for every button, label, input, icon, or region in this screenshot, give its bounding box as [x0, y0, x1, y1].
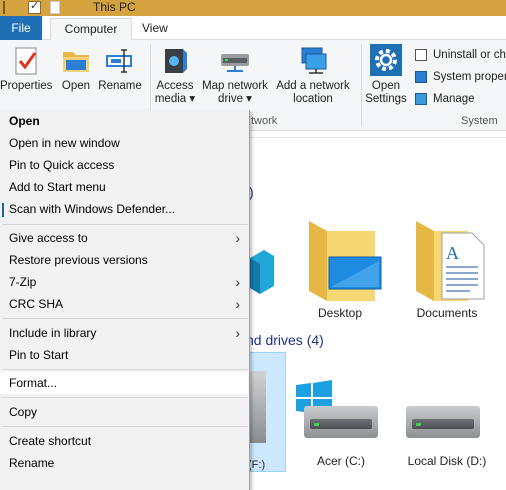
menu-item-include-library[interactable]: Include in library › — [0, 322, 248, 344]
open-folder-icon — [60, 44, 92, 76]
menu-item-scan-defender[interactable]: Scan with Windows Defender... — [0, 198, 248, 220]
access-media-icon — [159, 44, 191, 76]
drive-local-disk-d[interactable]: Local Disk (D:) — [392, 380, 502, 470]
documents-folder[interactable]: A Documents — [392, 215, 502, 325]
submenu-arrow-icon: › — [235, 230, 240, 246]
menu-separator — [2, 397, 248, 398]
menu-item-format[interactable]: Format... — [0, 372, 248, 394]
rename-label: Rename — [98, 80, 142, 92]
system-properties-icon — [415, 71, 427, 83]
settings-gear-icon — [370, 44, 402, 76]
menu-item-restore-versions[interactable]: Restore previous versions — [0, 249, 248, 271]
devices-group-header[interactable]: nd drives (4) — [246, 332, 324, 348]
add-network-location-icon — [297, 44, 329, 76]
menu-item-crc-sha[interactable]: CRC SHA › — [0, 293, 248, 315]
menu-separator — [2, 318, 248, 319]
hard-drive-icon — [406, 406, 480, 438]
menu-item-rename[interactable]: Rename — [0, 452, 248, 474]
menu-item-open-new-window[interactable]: Open in new window — [0, 132, 248, 154]
submenu-arrow-icon: › — [235, 274, 240, 290]
context-menu: Open Open in new window Pin to Quick acc… — [0, 110, 250, 490]
manage-icon — [415, 93, 427, 105]
properties-button[interactable]: Properties — [0, 44, 52, 93]
documents-folder-icon: A — [416, 221, 485, 301]
menu-item-open[interactable]: Open — [0, 110, 248, 132]
menu-item-copy[interactable]: Copy — [0, 401, 248, 423]
open-label: Open — [61, 80, 91, 92]
access-media-button[interactable]: Access media ▾ — [152, 44, 198, 106]
menu-item-pin-quick-access[interactable]: Pin to Quick access — [0, 154, 248, 176]
properties-quick-access-icon[interactable] — [28, 0, 41, 14]
access-media-label: Access media ▾ — [154, 80, 196, 105]
desktop-folder[interactable]: Desktop — [285, 215, 395, 325]
submenu-arrow-icon: › — [235, 325, 240, 341]
drive-acer-c[interactable]: Acer (C:) — [286, 380, 396, 470]
menu-item-7zip[interactable]: 7-Zip › — [0, 271, 248, 293]
quick-access-icon[interactable] — [3, 1, 16, 14]
menu-separator — [2, 426, 248, 427]
tab-view[interactable]: View — [142, 16, 168, 40]
rename-icon — [104, 44, 136, 76]
ribbon-tabs: File Computer View — [0, 16, 506, 41]
map-network-drive-icon — [219, 44, 251, 76]
menu-separator — [2, 224, 248, 225]
title-bar: This PC — [0, 0, 506, 16]
menu-item-create-shortcut[interactable]: Create shortcut — [0, 430, 248, 452]
rename-button[interactable]: Rename — [98, 44, 142, 93]
system-group-label: System — [461, 115, 498, 127]
ribbon-separator — [361, 44, 362, 126]
network-group-label: twork — [251, 115, 278, 127]
window-title: This PC — [93, 0, 136, 14]
windows-drive-icon — [304, 406, 378, 438]
tab-file[interactable]: File — [0, 16, 42, 40]
desktop-folder-icon — [309, 221, 382, 301]
open-settings-button[interactable]: Open Settings — [363, 44, 409, 106]
menu-item-pin-start[interactable]: Pin to Start — [0, 344, 248, 366]
drive-f-selected[interactable]: (F:) — [248, 352, 286, 472]
objects-folder-partial[interactable] — [250, 250, 274, 300]
properties-label: Properties — [0, 80, 53, 92]
properties-icon — [10, 44, 42, 76]
new-folder-quick-access-icon[interactable] — [50, 1, 60, 14]
menu-separator — [2, 369, 248, 370]
submenu-arrow-icon: › — [235, 296, 240, 312]
add-network-location-label: Add a network location — [276, 80, 350, 105]
map-network-drive-button[interactable]: Map network drive ▾ — [199, 44, 271, 106]
menu-item-add-start-menu[interactable]: Add to Start menu — [0, 176, 248, 198]
add-network-location-button[interactable]: Add a network location — [272, 44, 354, 106]
menu-item-give-access[interactable]: Give access to › — [0, 227, 248, 249]
open-button[interactable]: Open — [56, 44, 96, 93]
map-network-drive-label: Map network drive ▾ — [202, 80, 268, 105]
open-settings-label: Open Settings — [365, 80, 407, 105]
tab-computer[interactable]: Computer — [50, 18, 132, 41]
drive-f-label: (F:) — [248, 459, 266, 471]
svg-text:A: A — [446, 243, 459, 263]
uninstall-icon — [415, 49, 427, 61]
